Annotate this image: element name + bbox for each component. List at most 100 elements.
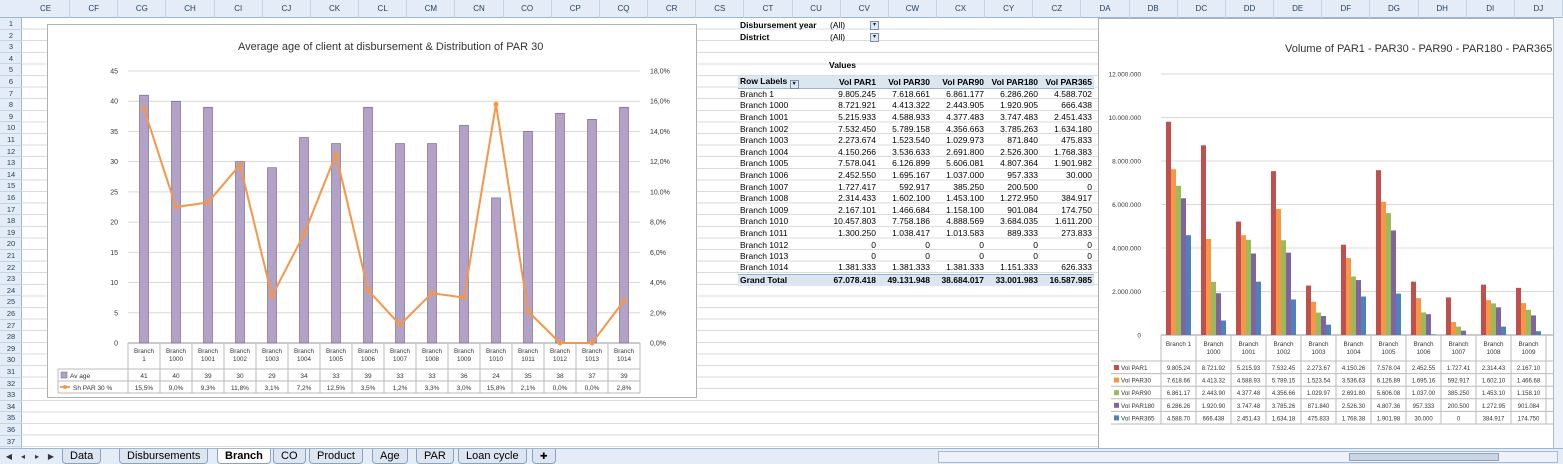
row-header[interactable]: 35	[0, 412, 22, 424]
column-header[interactable]: CI	[215, 0, 263, 18]
column-header[interactable]: CT	[744, 0, 793, 18]
column-header[interactable]: CM	[407, 0, 456, 18]
column-header[interactable]: CS	[696, 0, 745, 18]
pivot-row[interactable]: Branch 1002 7.532.450 5.789.158 4.356.663 3.…	[738, 123, 1094, 135]
column-header[interactable]: CQ	[600, 0, 649, 18]
pivot-row[interactable]: Branch 1012 0 0 0 0 0	[738, 239, 1094, 251]
column-header[interactable]: DC	[1178, 0, 1226, 18]
row-header[interactable]: 1	[0, 18, 22, 30]
sheet-tab-product[interactable]: Product	[309, 449, 363, 464]
column-header[interactable]: CV	[841, 0, 889, 18]
row-header[interactable]: 5	[0, 64, 22, 76]
last-sheet-icon[interactable]: ▶	[46, 451, 56, 462]
column-header[interactable]: CU	[793, 0, 841, 18]
row-header[interactable]: 27	[0, 320, 22, 332]
filter-disbursement-year[interactable]: Disbursement year (All) ▾	[740, 20, 880, 32]
pivot-row[interactable]: Branch 1009 2.167.101 1.466.684 1.158.100 90…	[738, 204, 1094, 216]
column-header[interactable]: DD	[1226, 0, 1275, 18]
pivot-row[interactable]: Branch 1006 2.452.550 1.695.167 1.037.000 95…	[738, 170, 1094, 182]
row-header[interactable]: 28	[0, 331, 22, 343]
row-labels-header[interactable]: Row Labels ▾	[738, 76, 826, 89]
column-header[interactable]: CZ	[1033, 0, 1082, 18]
pivot-row[interactable]: Branch 1007 1.727.417 592.917 385.250 200.50…	[738, 181, 1094, 193]
next-sheet-icon[interactable]: ▸	[32, 451, 42, 462]
row-header[interactable]: 26	[0, 308, 22, 320]
column-header[interactable]: DH	[1419, 0, 1467, 18]
insert-sheet-icon[interactable]: ✚	[532, 449, 556, 464]
row-header[interactable]: 29	[0, 343, 22, 355]
column-header[interactable]: CO	[504, 0, 552, 18]
grand-total-row[interactable]: Grand Total 67.078.418 49.131.948 38.684.01…	[738, 273, 1094, 286]
pivot-row[interactable]: Branch 1000 8.721.921 4.413.322 2.443.905 1.…	[738, 100, 1094, 112]
filter-district[interactable]: District (All) ▾	[740, 32, 880, 44]
pivot-table[interactable]: Row Labels ▾ Vol PAR1 Vol PAR30 Vol PAR9…	[738, 76, 1094, 286]
column-header[interactable]: CF	[70, 0, 119, 18]
column-header[interactable]: DA	[1081, 0, 1130, 18]
row-header[interactable]: 18	[0, 215, 22, 227]
first-sheet-icon[interactable]: ◀	[4, 451, 14, 462]
sheet-tab-par[interactable]: PAR	[416, 449, 454, 464]
row-header[interactable]: 34	[0, 401, 22, 413]
column-header[interactable]: CR	[648, 0, 697, 18]
column-header[interactable]: DG	[1370, 0, 1419, 18]
row-header[interactable]: 11	[0, 134, 22, 146]
pivot-row[interactable]: Branch 1011 1.300.250 1.038.417 1.013.583 88…	[738, 228, 1094, 240]
column-header[interactable]: CG	[118, 0, 167, 18]
row-header[interactable]: 15	[0, 180, 22, 192]
pivot-row[interactable]: Branch 1013 0 0 0 0 0	[738, 251, 1094, 263]
sheet-tab-loan-cycle[interactable]: Loan cycle	[458, 449, 527, 464]
filter-dropdown-icon[interactable]: ▾	[870, 33, 879, 42]
row-header[interactable]: 9	[0, 111, 22, 123]
column-header[interactable]: CY	[985, 0, 1034, 18]
pivot-row[interactable]: Branch 1003 2.273.674 1.523.540 1.029.973 87…	[738, 135, 1094, 147]
pivot-row[interactable]: Branch 1014 1.381.333 1.381.333 1.381.333 1.…	[738, 262, 1094, 274]
sheet-tab-disbursements[interactable]: Disbursements	[119, 449, 209, 464]
filter-dropdown-icon[interactable]: ▾	[870, 21, 879, 30]
column-header[interactable]: CP	[552, 0, 600, 18]
column-header[interactable]: DI	[1467, 0, 1515, 18]
pivot-row[interactable]: Branch 1008 2.314.433 1.602.100 1.453.100 1.…	[738, 193, 1094, 205]
age-par30-chart[interactable]: Average age of client at disbursement & …	[47, 24, 697, 398]
row-header[interactable]: 8	[0, 99, 22, 111]
row-header[interactable]: 25	[0, 296, 22, 308]
sheet-tab-co[interactable]: CO	[273, 449, 306, 464]
column-header[interactable]: CE	[22, 0, 71, 18]
row-header[interactable]: 21	[0, 250, 22, 262]
pivot-row[interactable]: Branch 1004 4.150.266 3.536.633 2.691.800 2.…	[738, 146, 1094, 158]
row-header[interactable]: 4	[0, 53, 22, 65]
scroll-thumb[interactable]	[1349, 453, 1499, 461]
pivot-row[interactable]: Branch 1 9.805.245 7.618.661 6.861.177 6.286…	[738, 89, 1094, 101]
row-header[interactable]: 32	[0, 378, 22, 390]
row-labels-dropdown-icon[interactable]: ▾	[789, 80, 799, 89]
row-header[interactable]: 13	[0, 157, 22, 169]
pivot-row[interactable]: Branch 1010 10.457.803 7.758.186 4.888.569 3…	[738, 216, 1094, 228]
column-header[interactable]: CJ	[263, 0, 311, 18]
column-header[interactable]: DB	[1130, 0, 1178, 18]
row-header[interactable]: 10	[0, 122, 22, 134]
sheet-tab-branch[interactable]: Branch	[217, 449, 271, 464]
column-header[interactable]: DF	[1322, 0, 1371, 18]
row-header[interactable]: 2	[0, 30, 22, 42]
row-header[interactable]: 16	[0, 192, 22, 204]
column-header[interactable]: CH	[166, 0, 215, 18]
row-header[interactable]: 19	[0, 227, 22, 239]
column-header[interactable]: CW	[889, 0, 937, 18]
column-header[interactable]: DE	[1274, 0, 1323, 18]
horizontal-scrollbar[interactable]	[938, 451, 1558, 463]
row-header[interactable]: 31	[0, 366, 22, 378]
row-header[interactable]: 33	[0, 389, 22, 401]
row-header[interactable]: 36	[0, 424, 22, 436]
prev-sheet-icon[interactable]: ◂	[18, 451, 28, 462]
row-header[interactable]: 6	[0, 76, 22, 88]
vertical-scrollbar[interactable]	[1553, 18, 1563, 448]
par-volume-chart[interactable]: Volume of PAR1 - PAR30 - PAR90 - PAR180 …	[1098, 18, 1556, 454]
row-header[interactable]: 24	[0, 285, 22, 297]
column-header[interactable]: CK	[311, 0, 360, 18]
column-header[interactable]: CL	[359, 0, 408, 18]
row-header[interactable]: 30	[0, 354, 22, 366]
sheet-tab-age[interactable]: Age	[372, 449, 408, 464]
sheet-tab-data[interactable]: Data	[62, 449, 102, 464]
pivot-row[interactable]: Branch 1005 7.578.041 6.126.899 5.606.081 4.…	[738, 158, 1094, 170]
column-header[interactable]: DJ	[1515, 0, 1563, 18]
row-header[interactable]: 37	[0, 436, 22, 448]
